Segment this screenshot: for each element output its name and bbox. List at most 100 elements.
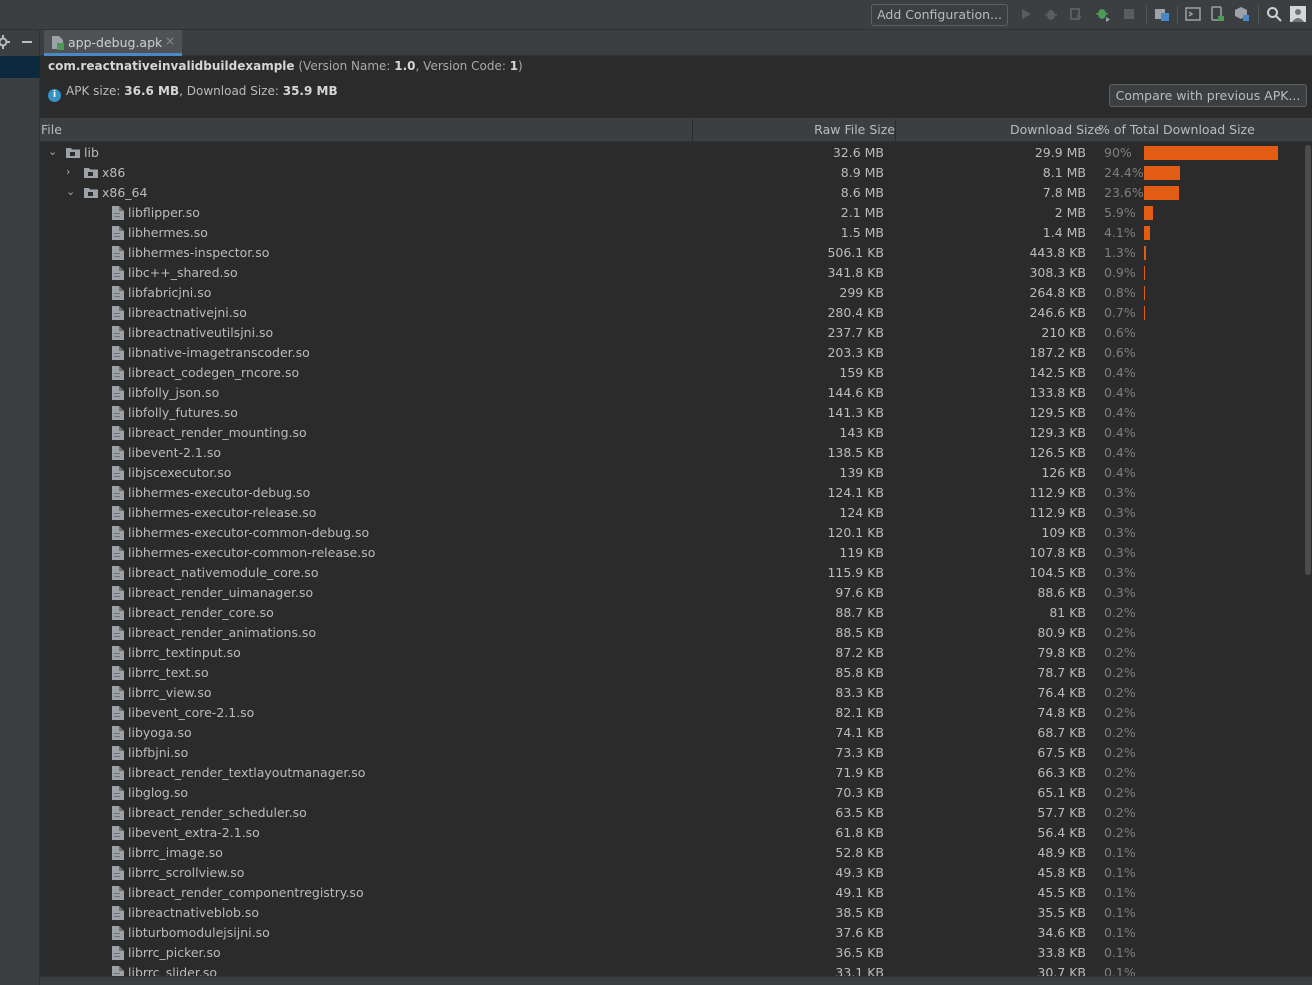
- table-row[interactable]: librrc_view.so 83.3 KB 76.4 KB 0.2%: [40, 683, 1304, 703]
- stop-icon[interactable]: [1121, 6, 1137, 22]
- table-row[interactable]: libc++_shared.so 341.8 KB 308.3 KB 0.9%: [40, 263, 1304, 283]
- coverage-icon[interactable]: [1068, 6, 1084, 22]
- column-header-percent-total[interactable]: % of Total Download Size: [1098, 122, 1255, 137]
- table-row[interactable]: librrc_text.so 85.8 KB 78.7 KB 0.2%: [40, 663, 1304, 683]
- table-row[interactable]: libglog.so 70.3 KB 65.1 KB 0.2%: [40, 783, 1304, 803]
- row-download-size: 80.9 KB: [1037, 625, 1086, 640]
- table-header: File Raw File Size Download Size % of To…: [40, 119, 1312, 142]
- file-icon: [112, 826, 124, 840]
- table-row[interactable]: libreact_render_uimanager.so 97.6 KB 88.6 …: [40, 583, 1304, 603]
- sdk-manager-icon[interactable]: [1234, 6, 1250, 22]
- file-icon: [112, 926, 124, 940]
- tab-app-debug-apk[interactable]: app-debug.apk ×: [44, 30, 182, 56]
- table-row[interactable]: librrc_slider.so 33.1 KB 30.7 KB 0.1%: [40, 963, 1304, 976]
- compare-with-previous-apk-button[interactable]: Compare with previous APK...: [1109, 84, 1307, 107]
- close-icon[interactable]: ×: [165, 34, 175, 48]
- column-header-raw-file-size[interactable]: Raw File Size: [814, 122, 895, 137]
- file-icon: [112, 446, 124, 460]
- table-row[interactable]: libreact_render_animations.so 88.5 KB 80.9…: [40, 623, 1304, 643]
- minimize-icon[interactable]: [20, 35, 34, 49]
- run-icon[interactable]: [1018, 6, 1034, 22]
- row-name: libreact_render_componentregistry.so: [128, 885, 364, 900]
- avatar-icon[interactable]: [1290, 6, 1306, 22]
- chevron-right-icon[interactable]: ›: [66, 165, 70, 178]
- toolbar-separator: [1146, 6, 1147, 24]
- table-row[interactable]: › x86 8.9 MB 8.1 MB 24.4%: [40, 163, 1304, 183]
- row-name: libreactnativeutilsjni.so: [128, 325, 274, 340]
- table-row[interactable]: libhermes-executor-release.so 124 KB 112.9…: [40, 503, 1304, 523]
- row-download-size: 308.3 KB: [1029, 265, 1086, 280]
- table-row[interactable]: libreactnativeblob.so 38.5 KB 35.5 KB 0.1%: [40, 903, 1304, 923]
- toolbar-separator: [1258, 6, 1259, 24]
- device-manager-icon[interactable]: [1209, 6, 1225, 22]
- file-icon: [112, 666, 124, 680]
- search-icon[interactable]: [1266, 6, 1282, 22]
- table-row[interactable]: libreact_render_mounting.so 143 KB 129.3 K…: [40, 423, 1304, 443]
- row-name: libfolly_futures.so: [128, 405, 238, 420]
- table-row[interactable]: librrc_scrollview.so 49.3 KB 45.8 KB 0.1%: [40, 863, 1304, 883]
- row-download-size: 112.9 KB: [1029, 505, 1086, 520]
- table-row[interactable]: librrc_image.so 52.8 KB 48.9 KB 0.1%: [40, 843, 1304, 863]
- table-row[interactable]: ⌄ lib 32.6 MB 29.9 MB 90%: [40, 143, 1304, 163]
- chevron-down-icon[interactable]: ⌄: [48, 145, 57, 158]
- table-row[interactable]: libhermes-executor-common-release.so 119 …: [40, 543, 1304, 563]
- table-row[interactable]: libreact_render_componentregistry.so 49.1…: [40, 883, 1304, 903]
- row-name: lib: [84, 145, 99, 160]
- table-row[interactable]: libhermes.so 1.5 MB 1.4 MB 4.1%: [40, 223, 1304, 243]
- table-row[interactable]: libreact_nativemodule_core.so 115.9 KB 104…: [40, 563, 1304, 583]
- table-row[interactable]: libhermes-executor-common-debug.so 120.1 …: [40, 523, 1304, 543]
- project-structure-icon[interactable]: [1154, 6, 1170, 22]
- table-row[interactable]: libfolly_futures.so 141.3 KB 129.5 KB 0.4%: [40, 403, 1304, 423]
- table-row[interactable]: libreactnativejni.so 280.4 KB 246.6 KB 0.7%: [40, 303, 1304, 323]
- row-name: libreact_render_mounting.so: [128, 425, 307, 440]
- table-row[interactable]: ⌄ x86_64 8.6 MB 7.8 MB 23.6%: [40, 183, 1304, 203]
- column-divider[interactable]: [895, 119, 896, 142]
- file-icon: [112, 426, 124, 440]
- table-row[interactable]: libreact_codegen_rncore.so 159 KB 142.5 KB…: [40, 363, 1304, 383]
- attach-debugger-icon[interactable]: [1095, 6, 1111, 22]
- table-row[interactable]: libevent_core-2.1.so 82.1 KB 74.8 KB 0.2%: [40, 703, 1304, 723]
- add-configuration-button[interactable]: Add Configuration...: [871, 4, 1008, 26]
- table-row[interactable]: libjscexecutor.so 139 KB 126 KB 0.4%: [40, 463, 1304, 483]
- row-percent: 90%: [1104, 145, 1132, 160]
- column-divider[interactable]: [692, 119, 693, 142]
- table-row[interactable]: librrc_textinput.so 87.2 KB 79.8 KB 0.2%: [40, 643, 1304, 663]
- gear-icon[interactable]: [0, 35, 10, 49]
- row-download-size: 109 KB: [1041, 525, 1086, 540]
- row-download-size: 65.1 KB: [1037, 785, 1086, 800]
- chevron-down-icon[interactable]: ⌄: [66, 185, 75, 198]
- terminal-icon[interactable]: [1185, 6, 1201, 22]
- table-row[interactable]: libyoga.so 74.1 KB 68.7 KB 0.2%: [40, 723, 1304, 743]
- file-icon: [112, 606, 124, 620]
- table-row[interactable]: libfbjni.so 73.3 KB 67.5 KB 0.2%: [40, 743, 1304, 763]
- scrollbar-thumb[interactable]: [1305, 145, 1311, 575]
- table-row[interactable]: libhermes-inspector.so 506.1 KB 443.8 KB 1.…: [40, 243, 1304, 263]
- apk-size-value: 36.6 MB: [124, 84, 180, 98]
- row-percent: 0.2%: [1104, 705, 1136, 720]
- column-header-file[interactable]: File: [41, 122, 62, 137]
- percent-bar: [1144, 146, 1278, 160]
- debug-icon[interactable]: [1043, 6, 1059, 22]
- column-header-download-size[interactable]: Download Size: [1010, 122, 1102, 137]
- table-row[interactable]: libflipper.so 2.1 MB 2 MB 5.9%: [40, 203, 1304, 223]
- table-row[interactable]: libnative-imagetranscoder.so 203.3 KB 187.…: [40, 343, 1304, 363]
- table-row[interactable]: libreactnativeutilsjni.so 237.7 KB 210 KB 0…: [40, 323, 1304, 343]
- table-row[interactable]: libreact_render_textlayoutmanager.so 71.9…: [40, 763, 1304, 783]
- table-row[interactable]: libevent_extra-2.1.so 61.8 KB 56.4 KB 0.2%: [40, 823, 1304, 843]
- file-icon: [112, 386, 124, 400]
- table-row[interactable]: libreact_render_core.so 88.7 KB 81 KB 0.2%: [40, 603, 1304, 623]
- row-name: libhermes-inspector.so: [128, 245, 270, 260]
- vertical-scrollbar[interactable]: [1304, 143, 1312, 976]
- row-name: libflipper.so: [128, 205, 200, 220]
- table-row[interactable]: libturbomodulejsijni.so 37.6 KB 34.6 KB 0.1…: [40, 923, 1304, 943]
- row-name: libevent_extra-2.1.so: [128, 825, 260, 840]
- table-row[interactable]: libfabricjni.so 299 KB 264.8 KB 0.8%: [40, 283, 1304, 303]
- table-row[interactable]: libfolly_json.so 144.6 KB 133.8 KB 0.4%: [40, 383, 1304, 403]
- file-icon: [112, 526, 124, 540]
- table-row[interactable]: libhermes-executor-debug.so 124.1 KB 112.9…: [40, 483, 1304, 503]
- table-row[interactable]: libreact_render_scheduler.so 63.5 KB 57.7 …: [40, 803, 1304, 823]
- table-row[interactable]: librrc_picker.so 36.5 KB 33.8 KB 0.1%: [40, 943, 1304, 963]
- row-percent: 0.6%: [1104, 345, 1136, 360]
- table-row[interactable]: libevent-2.1.so 138.5 KB 126.5 KB 0.4%: [40, 443, 1304, 463]
- selected-tool-item[interactable]: [0, 56, 40, 78]
